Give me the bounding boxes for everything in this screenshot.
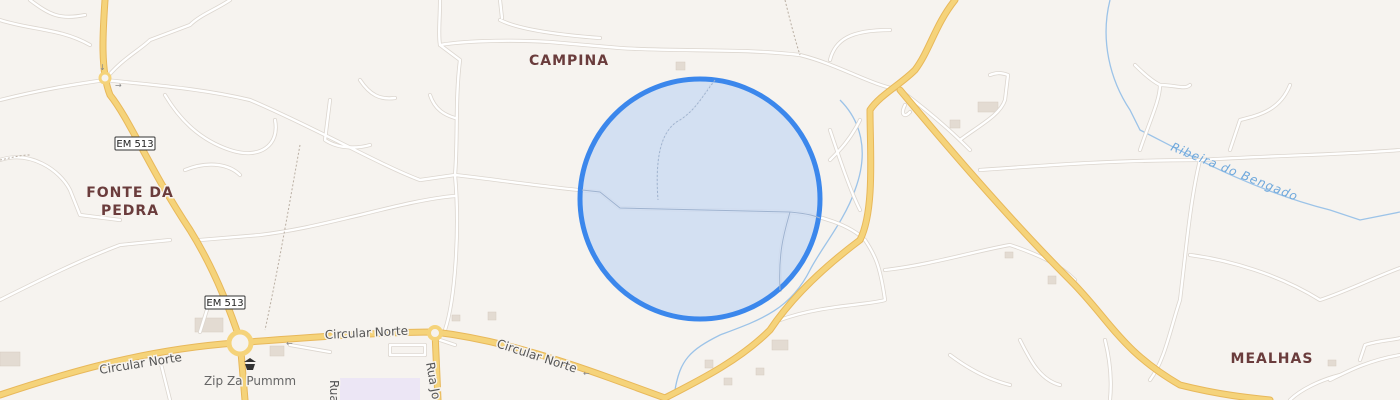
roundabout: [98, 71, 112, 85]
place-label-campina: CAMPINA: [529, 53, 609, 69]
svg-text:←: ←: [583, 369, 590, 378]
svg-text:↓: ↓: [99, 63, 106, 72]
place-label-mealhas: MEALHAS: [1231, 351, 1314, 367]
landuse-area: [340, 378, 420, 400]
water-label-ribeira: Ribeira do Bengado: [1169, 140, 1300, 204]
map-canvas: EM 513 EM 513 Circular Norte Circular No…: [0, 0, 1400, 400]
poi-zip-za-pummm[interactable]: Zip Za Pummm: [202, 358, 298, 390]
search-area-circle[interactable]: [577, 76, 823, 322]
place-label-fonte-da-pedra: PEDRA: [101, 203, 159, 219]
road-label-circular-norte: Circular Norte: [324, 324, 408, 342]
place-label-fonte-da-pedra: FONTE DA: [86, 185, 174, 201]
poi-label: Zip Za Pummm: [204, 374, 296, 388]
road-shield-label: EM 513: [116, 139, 153, 150]
svg-text:←: ←: [286, 339, 293, 348]
svg-text:→: →: [115, 81, 122, 90]
road-shield-em513-b: EM 513: [204, 295, 246, 310]
road-shield-label: EM 513: [206, 298, 243, 309]
road-shield-em513-a: EM 513: [114, 136, 156, 151]
road-label-rua-jo: Rua Jo: [423, 361, 443, 400]
road-label-rua: Rua: [327, 380, 341, 400]
map-view[interactable]: EM 513 EM 513 Circular Norte Circular No…: [0, 0, 1400, 400]
roundabout: [226, 329, 254, 357]
road-label-circular-norte: Circular Norte: [495, 337, 579, 376]
roundabout: [427, 325, 443, 341]
